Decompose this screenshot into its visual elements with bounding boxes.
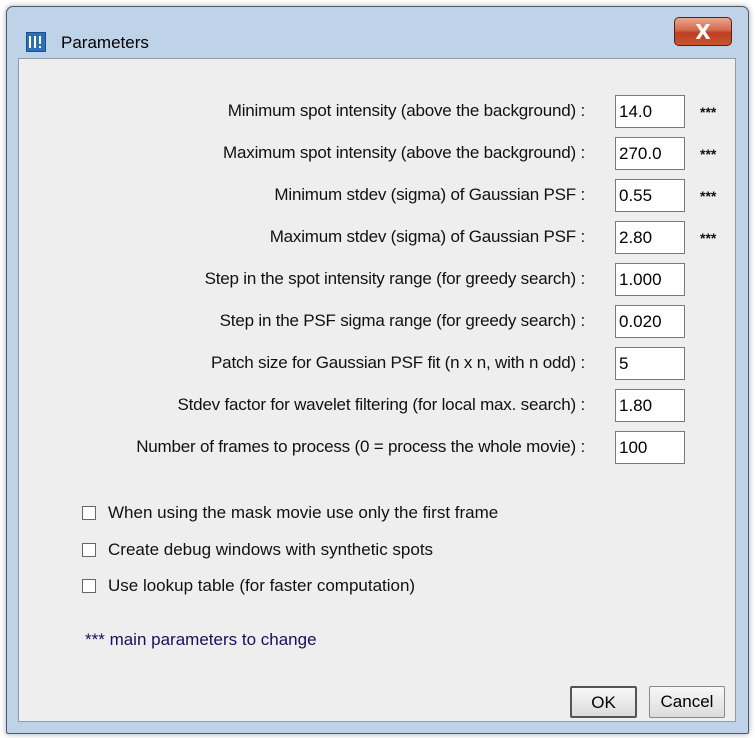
label-min-spot-intensity: Minimum spot intensity (above the backgr… bbox=[227, 101, 585, 120]
app-icon bbox=[26, 32, 46, 52]
window-title: Parameters bbox=[61, 33, 149, 52]
patch-size-input[interactable] bbox=[615, 347, 685, 380]
parameters-dialog: Parameters X Minimum spot intensity (abo… bbox=[6, 6, 749, 734]
label-max-stdev: Maximum stdev (sigma) of Gaussian PSF : bbox=[269, 227, 585, 246]
sigma-step-input[interactable] bbox=[615, 305, 685, 338]
checkbox-icon[interactable] bbox=[82, 543, 96, 557]
checkbox-label: When using the mask movie use only the f… bbox=[108, 503, 499, 522]
label-intensity-step: Step in the spot intensity range (for gr… bbox=[204, 269, 586, 288]
close-icon: X bbox=[695, 20, 711, 44]
checkbox-label: Use lookup table (for faster computation… bbox=[108, 576, 416, 595]
main-parameters-note: *** main parameters to change bbox=[85, 630, 317, 649]
label-sigma-step: Step in the PSF sigma range (for greedy … bbox=[219, 311, 586, 330]
main-param-marker: *** bbox=[700, 104, 717, 120]
main-param-marker: *** bbox=[700, 230, 717, 246]
label-wavelet-stdev-factor: Stdev factor for wavelet filtering (for … bbox=[177, 395, 586, 414]
max-stdev-input[interactable] bbox=[615, 221, 685, 254]
checkbox-icon[interactable] bbox=[82, 579, 96, 593]
label-max-spot-intensity: Maximum spot intensity (above the backgr… bbox=[223, 143, 585, 162]
frame-count-input[interactable] bbox=[615, 431, 685, 464]
min-spot-intensity-input[interactable] bbox=[615, 95, 685, 128]
cancel-button[interactable]: Cancel bbox=[649, 686, 725, 718]
label-patch-size: Patch size for Gaussian PSF fit (n x n, … bbox=[211, 353, 585, 372]
wavelet-stdev-factor-input[interactable] bbox=[615, 389, 685, 422]
label-frame-count: Number of frames to process (0 = process… bbox=[136, 437, 585, 456]
label-min-stdev: Minimum stdev (sigma) of Gaussian PSF : bbox=[274, 185, 585, 204]
close-button[interactable]: X bbox=[674, 17, 732, 46]
dialog-content: Minimum spot intensity (above the backgr… bbox=[18, 58, 736, 722]
max-spot-intensity-input[interactable] bbox=[615, 137, 685, 170]
title-bar[interactable]: Parameters X bbox=[7, 7, 748, 57]
ok-button[interactable]: OK bbox=[570, 686, 637, 718]
min-stdev-input[interactable] bbox=[615, 179, 685, 212]
checkbox-label: Create debug windows with synthetic spot… bbox=[108, 540, 434, 559]
intensity-step-input[interactable] bbox=[615, 263, 685, 296]
main-param-marker: *** bbox=[700, 146, 717, 162]
checkbox-icon[interactable] bbox=[82, 506, 96, 520]
main-param-marker: *** bbox=[700, 188, 717, 204]
